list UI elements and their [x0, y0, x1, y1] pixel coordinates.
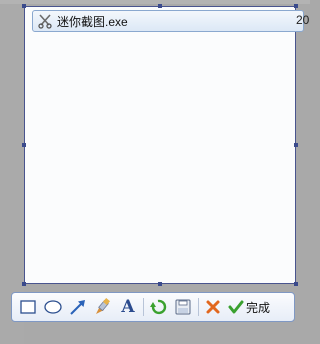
resize-handle-middle-right[interactable] [294, 143, 298, 147]
taskbar-item[interactable]: 迷你截图.exe [32, 10, 304, 32]
toolbar-divider [198, 298, 199, 316]
ellipse-icon [44, 300, 62, 314]
save-button[interactable] [173, 297, 193, 317]
resize-handle-top-left[interactable] [22, 4, 26, 8]
resize-handle-top-right[interactable] [294, 4, 298, 8]
brush-icon [96, 298, 111, 314]
text-tool[interactable]: A [118, 297, 138, 317]
resize-handle-bottom-center[interactable] [158, 282, 162, 286]
checkmark-icon [228, 300, 244, 314]
text-icon: A [121, 297, 135, 317]
undo-button[interactable] [148, 297, 168, 317]
rectangle-icon [20, 300, 36, 314]
rectangle-tool[interactable] [18, 297, 38, 317]
arrow-tool[interactable] [68, 297, 88, 317]
resize-handle-bottom-right[interactable] [294, 282, 298, 286]
toolbar-divider [143, 298, 144, 316]
ellipse-tool[interactable] [43, 297, 63, 317]
undo-icon [150, 299, 167, 315]
resize-handle-middle-left[interactable] [22, 143, 26, 147]
screenshot-toolbar: A 完成 [11, 292, 295, 322]
close-icon [206, 300, 220, 314]
capture-selection-area[interactable] [24, 6, 296, 284]
save-icon [175, 299, 191, 315]
done-button-label: 完成 [246, 300, 271, 315]
dimmed-screen-overlay [0, 0, 310, 4]
resize-handle-top-center[interactable] [158, 4, 162, 8]
resize-handle-bottom-left[interactable] [22, 282, 26, 286]
cancel-button[interactable] [203, 297, 223, 317]
brush-tool[interactable] [93, 297, 113, 317]
scissors-icon [38, 14, 52, 29]
taskbar-overflow-text: 20 [296, 13, 310, 27]
arrow-icon [70, 300, 85, 315]
done-button[interactable]: 完成 [228, 296, 270, 318]
taskbar-item-label: 迷你截图.exe [57, 14, 128, 29]
